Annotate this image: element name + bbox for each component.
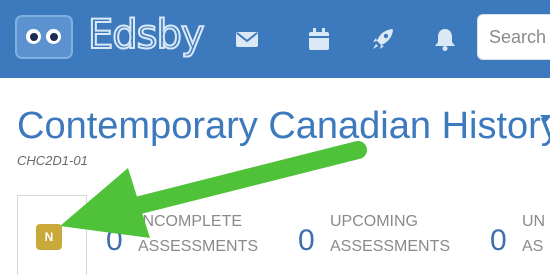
logo-left-eye (26, 29, 41, 44)
stat-label-line: ASSESSMENTS (138, 238, 259, 255)
edsby-logo-icon[interactable] (15, 15, 73, 59)
top-navigation-bar: Edsby (0, 0, 550, 78)
stat-label-line: UN (522, 213, 546, 230)
incomplete-count: 0 (106, 224, 123, 257)
stat-label-line: UPCOMING (330, 213, 418, 230)
rocket-icon[interactable] (370, 26, 396, 52)
course-title[interactable]: Contemporary Canadian History (17, 102, 550, 150)
stat-label-line: ASSESSMENTS (330, 238, 451, 255)
incomplete-assessments-label[interactable]: INCOMPLETE ASSESSMENTS (138, 209, 258, 259)
stat-label-line: INCOMPLETE (138, 213, 243, 230)
mail-icon[interactable] (234, 26, 260, 52)
upcoming-count: 0 (298, 224, 315, 257)
third-stat-count: 0 (490, 224, 507, 257)
search-input[interactable] (477, 14, 550, 60)
bell-icon[interactable] (432, 26, 458, 52)
brand-name[interactable]: Edsby (87, 11, 206, 59)
new-badge[interactable]: N (36, 224, 62, 250)
course-menu-caret-icon[interactable] (540, 111, 550, 125)
course-code: CHC2D1-01 (17, 153, 88, 168)
calendar-icon[interactable] (306, 26, 332, 52)
upcoming-assessments-label[interactable]: UPCOMING ASSESSMENTS (330, 209, 450, 259)
third-stat-label[interactable]: UN AS (522, 209, 545, 259)
stat-label-line: AS (522, 238, 544, 255)
logo-right-eye (46, 29, 61, 44)
